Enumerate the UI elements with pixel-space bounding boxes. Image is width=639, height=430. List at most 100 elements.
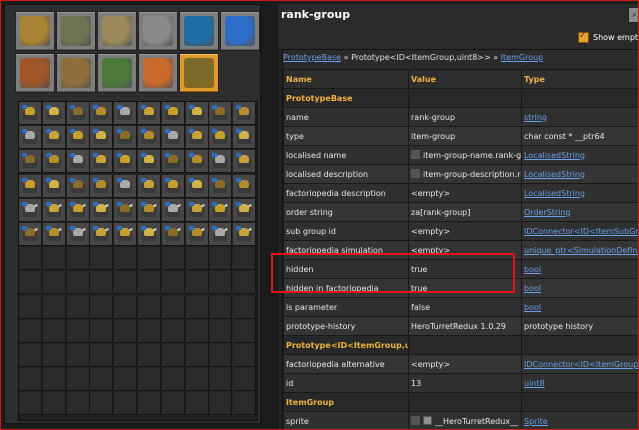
item-slot[interactable] (138, 223, 161, 246)
show-empty-checkbox[interactable] (578, 31, 589, 43)
property-type-link[interactable]: LocalisedString (524, 151, 585, 160)
property-type-link[interactable]: IDConnector<ID<ItemSubGroup,uint (524, 227, 639, 236)
item-slot[interactable] (161, 174, 185, 198)
breadcrumb-link-itemgroup[interactable]: ItemGroup (501, 53, 544, 62)
item-group-tab[interactable] (56, 11, 96, 51)
item-slot[interactable] (233, 126, 257, 150)
item-slot[interactable] (19, 102, 42, 125)
item-group-tab[interactable] (138, 11, 178, 51)
item-slot[interactable] (233, 198, 257, 222)
empty-slot (114, 247, 138, 271)
item-slot[interactable] (42, 102, 66, 125)
empty-slot (209, 344, 233, 367)
property-type-link[interactable]: bool (524, 303, 541, 312)
item-slot[interactable] (209, 126, 233, 150)
empty-slot (19, 319, 42, 343)
item-slot[interactable] (66, 198, 90, 222)
item-slot[interactable] (209, 223, 233, 246)
empty-slot (114, 271, 138, 295)
property-type-link[interactable]: bool (524, 265, 541, 274)
item-slot[interactable] (90, 198, 114, 222)
item-slot[interactable] (138, 198, 161, 222)
item-slot[interactable] (19, 126, 42, 150)
item-group-tab[interactable] (179, 53, 219, 93)
item-slot[interactable] (19, 223, 42, 246)
item-slot[interactable] (161, 198, 185, 222)
item-slot[interactable] (114, 150, 138, 174)
item-slot[interactable] (233, 174, 257, 198)
item-slot[interactable] (114, 102, 138, 125)
item-slot[interactable] (138, 150, 161, 174)
item-slot[interactable] (185, 126, 209, 150)
item-slot[interactable] (66, 102, 90, 125)
table-row: type item-group char const * __ptr64 (283, 126, 639, 146)
item-group-tab[interactable] (179, 11, 219, 51)
item-slot[interactable] (42, 126, 66, 150)
item-slot[interactable] (161, 223, 185, 246)
item-slot[interactable] (114, 126, 138, 150)
item-group-tab[interactable] (97, 11, 137, 51)
item-group-tab[interactable] (138, 53, 178, 93)
item-slot[interactable] (42, 174, 66, 198)
turret-icon (22, 105, 38, 121)
item-slot[interactable] (42, 198, 66, 222)
item-slot[interactable] (66, 126, 90, 150)
item-slot[interactable] (233, 223, 257, 246)
item-slot[interactable] (138, 102, 161, 125)
item-slot[interactable] (90, 126, 114, 150)
item-slot[interactable] (185, 102, 209, 125)
item-slot[interactable] (90, 102, 114, 125)
item-slot[interactable] (138, 126, 161, 150)
item-slot[interactable] (185, 150, 209, 174)
empty-slot (138, 295, 161, 319)
property-type-link[interactable]: unique_ptr<SimulationDefinition> (524, 246, 639, 255)
item-slot[interactable] (185, 174, 209, 198)
item-group-tab[interactable] (97, 53, 137, 93)
item-slot[interactable] (209, 150, 233, 174)
item-slot[interactable] (233, 102, 257, 125)
item-slot[interactable] (90, 150, 114, 174)
item-slot[interactable] (66, 223, 90, 246)
item-slot[interactable] (161, 150, 185, 174)
breadcrumb-link-prototypebase[interactable]: PrototypeBase (283, 53, 341, 62)
property-type-link[interactable]: uint8 (524, 379, 545, 388)
item-slot[interactable] (209, 102, 233, 125)
property-type-link[interactable]: OrderString (524, 208, 571, 217)
item-slot[interactable] (90, 223, 114, 246)
item-slot[interactable] (185, 223, 209, 246)
item-slot[interactable] (90, 174, 114, 198)
empty-slot (90, 368, 114, 392)
item-slot[interactable] (161, 126, 185, 150)
item-slot[interactable] (233, 150, 257, 174)
item-slot[interactable] (209, 174, 233, 198)
item-slot[interactable] (161, 102, 185, 125)
item-slot[interactable] (19, 150, 42, 174)
item-slot[interactable] (42, 223, 66, 246)
item-slot[interactable] (66, 150, 90, 174)
property-type-link[interactable]: bool (524, 284, 541, 293)
show-empty-toggle[interactable]: Show empty v (578, 31, 639, 43)
item-slot[interactable] (114, 223, 138, 246)
property-type-link[interactable]: string (524, 113, 547, 122)
property-type-link[interactable]: Sprite (524, 417, 548, 426)
item-slot[interactable] (66, 174, 90, 198)
item-group-tab[interactable] (220, 11, 260, 51)
item-group-tab[interactable] (15, 11, 55, 51)
turret-icon (93, 153, 109, 169)
property-type-link[interactable]: LocalisedString (524, 170, 585, 179)
property-type-link[interactable]: IDConnector<ID<ItemGroup,uint8> (524, 360, 639, 369)
item-slot[interactable] (19, 174, 42, 198)
item-slot[interactable] (114, 174, 138, 198)
property-type-link[interactable]: LocalisedString (524, 189, 585, 198)
item-slot[interactable] (114, 198, 138, 222)
item-slot[interactable] (42, 150, 66, 174)
item-slot[interactable] (209, 198, 233, 222)
item-slot[interactable] (19, 198, 42, 222)
item-slot[interactable] (138, 174, 161, 198)
item-group-tab[interactable] (56, 53, 96, 93)
section-empty-cell (521, 335, 639, 355)
item-slot[interactable] (185, 198, 209, 222)
item-group-tab[interactable] (15, 53, 55, 93)
search-button[interactable]: ⌕ (628, 7, 639, 23)
property-type-cell: IDConnector<ID<ItemSubGroup,uint (521, 221, 639, 241)
